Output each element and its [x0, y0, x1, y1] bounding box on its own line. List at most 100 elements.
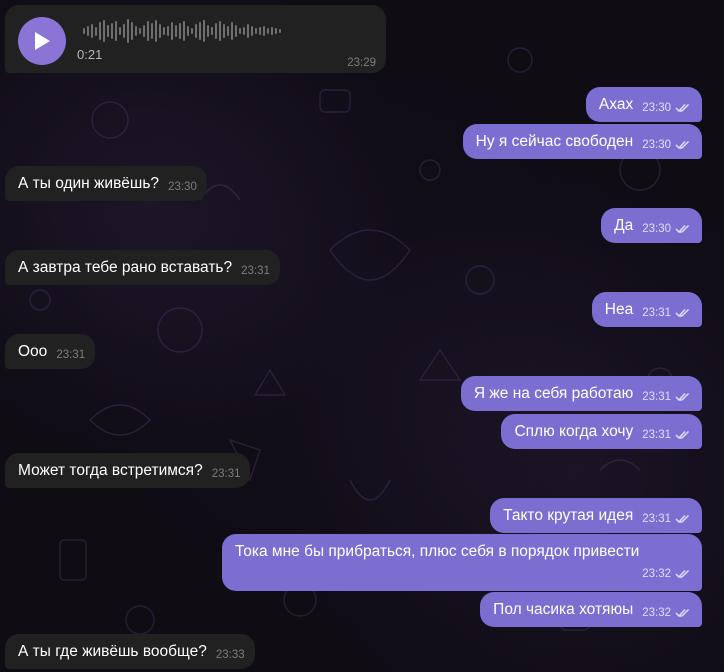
waveform-bar — [111, 23, 113, 39]
message-time: 23:30 — [642, 223, 671, 235]
message-m9[interactable]: Сплю когда хочу 23:31 — [501, 414, 702, 449]
waveform-bar — [83, 28, 85, 34]
waveform-bar — [95, 26, 97, 36]
waveform-bar — [103, 20, 105, 42]
waveform-bar — [271, 27, 273, 35]
waveform-bar — [219, 21, 221, 41]
message-text: Может тогда встретимся? — [18, 462, 203, 479]
message-text: Сплю когда хочу — [514, 423, 634, 440]
message-m2[interactable]: Ну я сейчас свободен 23:30 — [462, 124, 702, 159]
waveform-bar — [159, 24, 161, 38]
message-m10[interactable]: Может тогда встретимся? 23:31 — [5, 453, 251, 488]
waveform-bar — [147, 21, 149, 41]
waveform-bar — [259, 27, 261, 35]
waveform-bar — [99, 22, 101, 40]
double-check-icon — [675, 608, 690, 618]
waveform-bar — [231, 22, 233, 40]
message-meta: 23:30 — [642, 135, 692, 155]
waveform-bar — [107, 25, 109, 37]
waveform-bar — [191, 28, 193, 34]
waveform-bar — [131, 22, 133, 40]
waveform-bar — [279, 29, 281, 33]
message-m3[interactable]: А ты один живёшь? 23:30 — [5, 166, 207, 201]
waveform-bar — [183, 21, 185, 41]
message-meta: 23:30 — [642, 98, 692, 118]
message-text: Ну я сейчас свободен — [475, 133, 634, 150]
message-time: 23:32 — [642, 607, 671, 619]
message-text: Ахах — [598, 96, 634, 113]
waveform-bar — [163, 27, 165, 35]
waveform-bar — [243, 27, 245, 35]
waveform-bar — [207, 25, 209, 37]
message-m5[interactable]: А завтра тебе рано вставать? 23:31 — [5, 250, 280, 285]
waveform-bar — [239, 28, 241, 34]
message-m8[interactable]: Я же на себя работаю 23:31 — [460, 376, 702, 411]
waveform-bar — [215, 23, 217, 39]
message-meta: 23:32 — [642, 564, 692, 584]
message-m1[interactable]: Ахах 23:30 — [585, 87, 702, 122]
waveform-bar — [275, 28, 277, 34]
message-text: А ты один живёшь? — [18, 175, 160, 192]
waveform-bar — [171, 22, 173, 40]
double-check-icon — [675, 140, 690, 150]
waveform-bar — [203, 20, 205, 42]
message-text: А завтра тебе рано вставать? — [18, 259, 233, 276]
waveform-bar — [199, 22, 201, 40]
message-time: 23:31 — [642, 391, 671, 403]
waveform-bar — [127, 19, 129, 43]
message-time: 23:33 — [215, 649, 245, 661]
waveform-bar — [187, 26, 189, 36]
waveform-bar — [195, 24, 197, 38]
message-text: Я же на себя работаю — [473, 385, 634, 402]
waveform-bar — [251, 26, 253, 36]
message-time: 23:32 — [642, 568, 671, 580]
waveform-bar — [91, 24, 93, 38]
voice-time: 23:29 — [347, 57, 376, 69]
voice-duration: 0:21 — [77, 47, 103, 62]
message-meta: 23:31 — [642, 425, 692, 445]
message-meta: 23:32 — [642, 603, 692, 623]
message-text: Такто крутая идея — [503, 507, 634, 524]
double-check-icon — [675, 224, 690, 234]
double-check-icon — [675, 569, 690, 579]
message-m13[interactable]: Пол часика хотяюы 23:32 — [480, 592, 702, 627]
message-time: 23:30 — [642, 139, 671, 151]
waveform-bar — [211, 27, 213, 35]
message-time: 23:31 — [211, 468, 241, 480]
message-text: Неа — [604, 301, 634, 318]
message-meta: 23:30 — [642, 219, 692, 239]
waveform-bar — [255, 28, 257, 34]
waveform-bar — [247, 24, 249, 38]
message-text: Да — [614, 217, 634, 234]
waveform-bar — [227, 26, 229, 36]
waveform-bar — [235, 25, 237, 37]
waveform-bar — [167, 26, 169, 36]
message-text: Тока мне бы прибраться, плюс себя в поря… — [235, 543, 640, 560]
message-m4[interactable]: Да 23:30 — [601, 208, 702, 243]
message-m14[interactable]: А ты где живёшь вообще? 23:33 — [5, 634, 255, 669]
waveform-bar — [143, 25, 145, 37]
double-check-icon — [675, 514, 690, 524]
message-meta: 23:31 — [642, 303, 692, 323]
message-text: А ты где живёшь вообще? — [18, 643, 207, 660]
double-check-icon — [675, 308, 690, 318]
message-m12[interactable]: Тока мне бы прибраться, плюс себя в поря… — [222, 534, 702, 591]
play-button[interactable] — [18, 17, 66, 65]
waveform-bar — [175, 25, 177, 37]
waveform-bar — [223, 24, 225, 38]
message-m11[interactable]: Такто крутая идея 23:31 — [490, 498, 702, 533]
play-icon — [35, 32, 50, 50]
voice-waveform[interactable] — [83, 19, 281, 43]
message-text: Пол часика хотяюы — [493, 601, 634, 618]
waveform-bar — [123, 24, 125, 38]
message-time: 23:30 — [642, 102, 671, 114]
double-check-icon — [675, 103, 690, 113]
message-time: 23:31 — [642, 307, 671, 319]
message-time: 23:31 — [642, 513, 671, 525]
message-m7[interactable]: Ооо 23:31 — [5, 334, 96, 369]
message-m6[interactable]: Неа 23:31 — [591, 292, 702, 327]
waveform-bar — [139, 28, 141, 34]
waveform-bar — [151, 23, 153, 39]
waveform-bar — [135, 26, 137, 36]
waveform-bar — [155, 20, 157, 42]
